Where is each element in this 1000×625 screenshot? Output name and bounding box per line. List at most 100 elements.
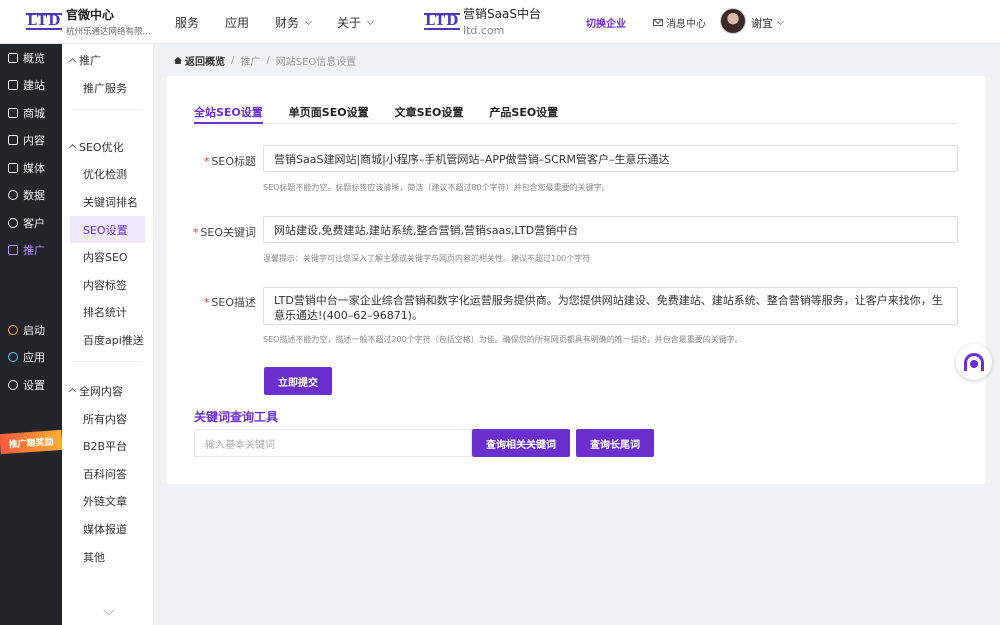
subnav-item[interactable]: 所有内容 <box>62 405 153 433</box>
sidebar-item-site[interactable]: 建站 <box>0 72 62 100</box>
nav-label: 应用 <box>225 16 250 30</box>
sidebar-item-settings[interactable]: 设置 <box>0 371 62 399</box>
sidebar-item-overview[interactable]: 概览 <box>0 44 62 72</box>
seo-title-label: * SEO标题 <box>203 155 256 168</box>
query-long-tail-button[interactable]: 查询长尾词 <box>576 429 654 457</box>
sidebar-label: 设置 <box>23 378 45 392</box>
message-center-label: 消息中心 <box>666 19 706 30</box>
keyword-tool-title: 关键词查询工具 <box>194 410 279 424</box>
sidebar-label: 建站 <box>23 79 45 93</box>
tab-article-seo[interactable]: 文章SEO设置 <box>395 104 464 124</box>
sidebar-item-apps[interactable]: 应用 <box>0 344 62 372</box>
breadcrumb-home-label: 返回概览 <box>185 57 225 68</box>
main-sidebar: 概览 建站 商城 内容 媒体 数据 客户 推广 启动 应用 设置 推广赚奖励 <box>0 44 63 625</box>
nav-about[interactable]: 关于 <box>337 14 375 31</box>
seo-description-textarea[interactable]: LTD营销中台一家企业综合营销和数字化运营服务提供商。为您提供网站建设、免费建站… <box>263 287 958 325</box>
headset-icon <box>964 353 984 371</box>
sidebar-label: 推广 <box>23 244 45 258</box>
subnav-item[interactable]: 百度api推送 <box>62 326 153 354</box>
customer-support-button[interactable] <box>956 344 992 380</box>
subnav-group-seo[interactable]: SEO优化 <box>62 133 153 161</box>
media-icon <box>8 162 18 173</box>
chevron-up-icon <box>68 144 77 152</box>
seo-keywords-input[interactable]: 网站建设,免费建站,建站系统,整合营销,营销saas,LTD营销中台 <box>263 216 958 243</box>
tab-page-seo[interactable]: 单页面SEO设置 <box>289 104 369 124</box>
subnav-group-promotion[interactable]: 推广 <box>62 46 153 74</box>
mail-icon <box>653 19 663 26</box>
ltd-logo[interactable]: LTD <box>26 13 63 30</box>
submit-button[interactable]: 立即提交 <box>264 367 332 395</box>
saas-brand[interactable]: 营销SaaS中台 ltd.com <box>463 5 541 37</box>
home-icon <box>174 57 182 64</box>
sidebar-item-content[interactable]: 内容 <box>0 127 62 155</box>
subnav-item[interactable]: 内容标签 <box>62 271 153 299</box>
label-text: SEO描述 <box>211 296 256 309</box>
cart-icon <box>8 107 18 118</box>
subnav-item[interactable]: 百科问答 <box>62 460 153 488</box>
chevron-down-icon[interactable] <box>103 604 115 616</box>
breadcrumb-item[interactable]: 推广 <box>240 53 260 68</box>
brand[interactable]: 官微中心 杭州乐通达网络有限... <box>66 6 156 37</box>
sub-sidebar: 推广 推广服务 SEO优化 优化检测 关键词排名 SEO设置 内容SEO 内容标… <box>62 44 154 625</box>
sidebar-item-data[interactable]: 数据 <box>0 182 62 210</box>
nav-services[interactable]: 服务 <box>175 14 199 31</box>
seo-description-tip: SEO描述不能为空，描述一般不超过200个字符（包括空格）为佳。确保您的所有网页… <box>263 335 743 344</box>
subnav-item[interactable]: 推广服务 <box>62 74 153 102</box>
subnav-item-seo-settings[interactable]: SEO设置 <box>70 215 145 244</box>
brand-subtitle: 杭州乐通达网络有限... <box>66 27 151 37</box>
subnav-group-label: 全网内容 <box>79 384 123 398</box>
saas-url: ltd.com <box>463 24 505 37</box>
subnav-item[interactable]: 媒体报道 <box>62 515 153 543</box>
seo-title-input[interactable]: 营销SaaS建网站|商城|小程序–手机管网站–APP做营销–SCRM管客户–生意… <box>263 145 958 172</box>
user-menu[interactable]: 谢宜 <box>751 15 785 31</box>
subnav-group-web-content[interactable]: 全网内容 <box>62 377 153 405</box>
seo-settings-card: 全站SEO设置 单页面SEO设置 文章SEO设置 产品SEO设置 * SEO标题 … <box>166 76 986 484</box>
tab-product-seo[interactable]: 产品SEO设置 <box>489 104 558 124</box>
sidebar-item-launch[interactable]: 启动 <box>0 316 62 344</box>
label-text: SEO关键词 <box>200 226 256 239</box>
switch-company-link[interactable]: 切换企业 <box>586 15 626 30</box>
tabs: 全站SEO设置 单页面SEO设置 文章SEO设置 产品SEO设置 <box>194 104 958 124</box>
clock-icon <box>8 190 18 201</box>
chevron-up-icon <box>68 388 77 396</box>
keyword-input[interactable]: 输入基本关键词 <box>194 429 472 457</box>
nav-label: 服务 <box>175 16 200 30</box>
promo-banner[interactable]: 推广赚奖励 <box>0 429 63 455</box>
subnav-item[interactable]: 其他 <box>62 543 153 571</box>
subnav-item[interactable]: 内容SEO <box>62 243 153 271</box>
top-nav: 服务 应用 财务 关于 <box>175 14 399 31</box>
breadcrumb-separator: / <box>266 55 270 66</box>
apps-icon <box>8 352 18 363</box>
nav-finance[interactable]: 财务 <box>275 14 313 31</box>
nav-apps[interactable]: 应用 <box>225 14 249 31</box>
brand-title: 官微中心 <box>66 8 115 22</box>
top-bar: LTD 官微中心 杭州乐通达网络有限... 服务 应用 财务 关于 LTD 营销… <box>0 0 1000 44</box>
breadcrumb-current: 网站SEO信息设置 <box>275 57 357 68</box>
subnav-item[interactable]: 外链文章 <box>62 488 153 516</box>
saas-title: 营销SaaS中台 <box>463 7 541 21</box>
message-center[interactable]: 消息中心 <box>653 15 706 30</box>
sidebar-item-promotion[interactable]: 推广 <box>0 237 62 265</box>
label-text: SEO标题 <box>211 155 256 168</box>
avatar[interactable] <box>720 8 746 34</box>
sidebar-label: 概览 <box>23 51 45 65</box>
seo-title-tip: SEO标题不能为空。标题标签应该清晰，简洁（建议不超过80个字符）并包含您最重要… <box>263 183 610 192</box>
sidebar-item-mall[interactable]: 商城 <box>0 99 62 127</box>
document-icon <box>8 135 18 146</box>
gear-icon <box>8 379 18 390</box>
seo-keywords-tip: 温馨提示：关键字可让您深入了解主题或关键字与网页内容的相关性。建议不超过100个… <box>263 254 591 263</box>
sidebar-item-media[interactable]: 媒体 <box>0 154 62 182</box>
tab-site-seo[interactable]: 全站SEO设置 <box>194 104 263 124</box>
query-related-keywords-button[interactable]: 查询相关关键词 <box>472 429 570 457</box>
breadcrumb-separator: / <box>231 55 235 66</box>
subnav-item[interactable]: 优化检测 <box>62 161 153 189</box>
subnav-item[interactable]: B2B平台 <box>62 432 153 460</box>
breadcrumb-home[interactable]: 返回概览 <box>174 53 225 68</box>
chevron-down-icon <box>305 17 313 25</box>
sidebar-item-customer[interactable]: 客户 <box>0 209 62 237</box>
sidebar-label: 启动 <box>23 323 45 337</box>
subnav-item[interactable]: 关键词排名 <box>62 188 153 216</box>
chevron-down-icon <box>367 17 375 25</box>
subnav-item[interactable]: 排名统计 <box>62 299 153 327</box>
saas-logo[interactable]: LTD <box>424 13 461 30</box>
